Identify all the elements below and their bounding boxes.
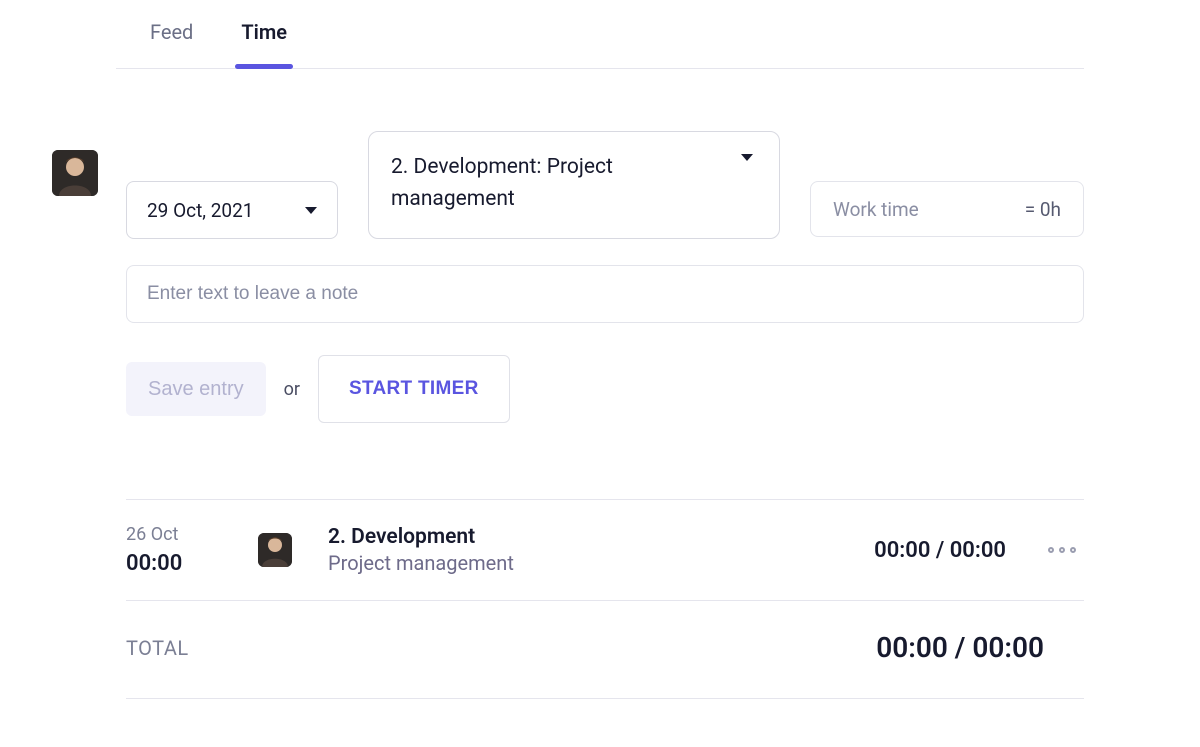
worktime-value: = 0h <box>1025 198 1061 221</box>
entry-time: 00:00 <box>126 551 258 576</box>
entry-date: 26 Oct <box>126 524 258 545</box>
entry-title: 2. Development <box>328 525 514 549</box>
chevron-down-icon <box>305 207 317 214</box>
entry-duration: 00:00 / 00:00 <box>874 538 1006 563</box>
chevron-down-icon <box>741 154 753 161</box>
avatar <box>52 150 98 196</box>
total-row: TOTAL 00:00 / 00:00 <box>126 601 1084 699</box>
project-select[interactable]: 2. Development: Project management <box>368 131 780 239</box>
tab-feed[interactable]: Feed <box>150 20 193 68</box>
total-label: TOTAL <box>126 636 189 660</box>
dots-icon <box>1059 547 1065 553</box>
worktime-label: Work time <box>833 198 919 221</box>
save-entry-button[interactable]: Save entry <box>126 362 266 416</box>
tab-bar: Feed Time <box>116 0 1084 69</box>
entry-more-button[interactable] <box>1040 539 1084 561</box>
total-value: 00:00 / 00:00 <box>876 631 1084 664</box>
entry-subtitle: Project management <box>328 551 514 575</box>
worktime-input[interactable]: Work time = 0h <box>810 181 1084 237</box>
note-field[interactable] <box>126 265 1084 323</box>
dots-icon <box>1070 547 1076 553</box>
tab-time[interactable]: Time <box>241 20 287 68</box>
time-entry-form: 29 Oct, 2021 2. Development: Project man… <box>116 69 1084 699</box>
project-value: 2. Development: Project management <box>391 155 613 211</box>
time-entries-list: 26 Oct 00:00 2. Development Project mana… <box>126 499 1084 699</box>
or-label: or <box>284 379 300 400</box>
dots-icon <box>1048 547 1054 553</box>
start-timer-button[interactable]: START TIMER <box>318 355 510 423</box>
entry-avatar <box>258 533 292 567</box>
date-value: 29 Oct, 2021 <box>147 199 253 222</box>
date-picker[interactable]: 29 Oct, 2021 <box>126 181 338 239</box>
note-input[interactable] <box>147 283 1063 305</box>
time-entry-row: 26 Oct 00:00 2. Development Project mana… <box>126 499 1084 601</box>
